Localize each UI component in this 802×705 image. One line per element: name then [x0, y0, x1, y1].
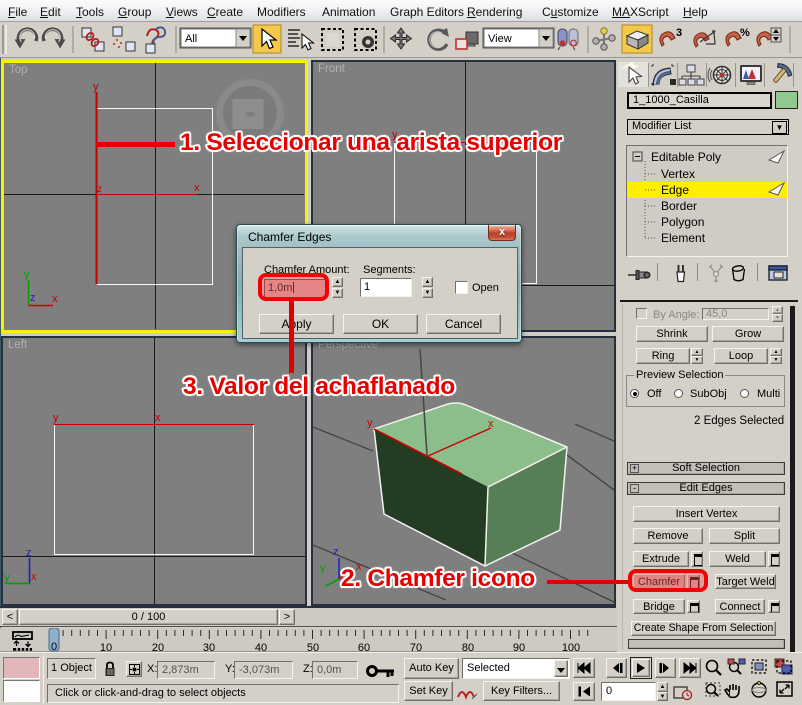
svg-text:20: 20 [152, 642, 164, 652]
svg-text:Editable Poly: Editable Poly [651, 150, 721, 164]
svg-text:z: z [30, 292, 36, 304]
svg-text:Polygon: Polygon [661, 215, 704, 229]
svg-text:z: z [97, 184, 102, 195]
svg-text:y: y [4, 572, 10, 584]
svg-text:y: y [53, 412, 59, 424]
svg-text:Vertex: Vertex [661, 167, 695, 181]
svg-text:%: % [740, 27, 750, 39]
svg-text:y: y [93, 81, 99, 93]
svg-text:x: x [52, 293, 58, 305]
svg-text:100: 100 [562, 642, 580, 652]
svg-text:All: All [185, 33, 197, 45]
svg-text:x: x [155, 412, 161, 424]
svg-text:y: y [320, 562, 326, 574]
svg-text:x: x [488, 418, 494, 430]
svg-text:0: 0 [51, 641, 57, 652]
svg-text:80: 80 [462, 642, 474, 652]
svg-text:10: 10 [100, 642, 112, 652]
svg-text:y: y [367, 417, 373, 429]
svg-text:40: 40 [255, 642, 267, 652]
svg-text:x: x [194, 182, 200, 194]
svg-text:70: 70 [410, 642, 422, 652]
svg-text:90: 90 [513, 642, 525, 652]
svg-text:3: 3 [676, 27, 682, 39]
svg-text:50: 50 [307, 642, 319, 652]
svg-text:60: 60 [358, 642, 370, 652]
svg-text:30: 30 [203, 642, 215, 652]
svg-text:Element: Element [661, 231, 706, 245]
svg-text:y: y [24, 269, 30, 281]
svg-text:Edge: Edge [661, 183, 689, 197]
svg-text:x: x [31, 571, 37, 583]
svg-text:z: z [333, 546, 339, 558]
svg-text:z: z [26, 547, 32, 559]
svg-text:View: View [488, 33, 512, 45]
svg-text:Border: Border [661, 199, 697, 213]
